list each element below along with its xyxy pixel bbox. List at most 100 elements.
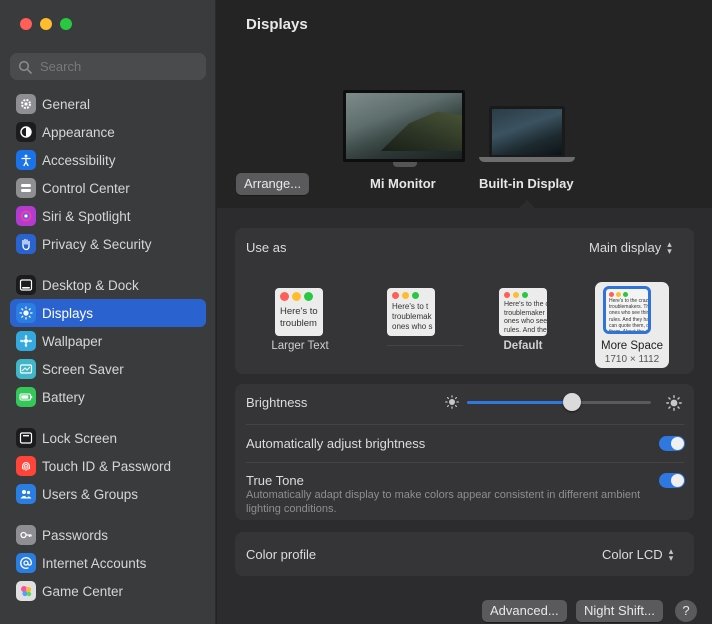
arrange-button[interactable]: Arrange... bbox=[236, 173, 310, 195]
color-profile-label: Color profile bbox=[246, 547, 317, 562]
sidebar-item-control-center[interactable]: Control Center bbox=[10, 174, 206, 202]
preview-text: Here's to the crazy one troublemakers. T… bbox=[609, 298, 651, 334]
at-icon bbox=[16, 553, 36, 573]
divider bbox=[246, 462, 684, 463]
brightness-slider-knob[interactable] bbox=[562, 393, 581, 411]
display-label-mi-monitor: Mi Monitor bbox=[370, 176, 436, 191]
resolution-label-default: Default bbox=[503, 340, 543, 352]
sidebar-item-touch-id-password[interactable]: Touch ID & Password bbox=[10, 452, 206, 480]
chevron-updown-icon: ▴ ▾ bbox=[667, 238, 672, 256]
true-tone-label: True Tone bbox=[246, 473, 304, 488]
sidebar-item-privacy-security[interactable]: Privacy & Security bbox=[10, 230, 206, 258]
preview-text: Here's to t troublemak ones who s bbox=[392, 302, 433, 331]
sidebar-item-screen-saver[interactable]: Screen Saver bbox=[10, 355, 206, 383]
resolution-option-more-space[interactable]: Here's to the crazy one troublemakers. T… bbox=[595, 282, 669, 368]
resolution-option-default[interactable]: Here's to the c troublemaker ones who se… bbox=[499, 288, 547, 336]
use-as-value: Main display bbox=[589, 240, 662, 255]
screen-saver-icon bbox=[16, 359, 36, 379]
sidebar-item-label: Privacy & Security bbox=[42, 236, 152, 252]
divider bbox=[246, 424, 684, 425]
mi-monitor-thumbnail[interactable] bbox=[343, 90, 465, 162]
sidebar-item-label: Passwords bbox=[42, 527, 109, 543]
sidebar-item-label: Screen Saver bbox=[42, 361, 124, 377]
system-settings-window: General Appearance Accessibility Control Ce… bbox=[0, 0, 712, 624]
use-as-label: Use as bbox=[246, 240, 287, 255]
sidebar-item-game-center[interactable]: Game Center bbox=[10, 577, 206, 605]
sidebar-item-displays[interactable]: Displays bbox=[10, 299, 206, 327]
sidebar-item-label: Desktop & Dock bbox=[42, 277, 139, 293]
dock-icon bbox=[16, 275, 36, 295]
fingerprint-icon bbox=[16, 456, 36, 476]
true-tone-description: Automatically adapt display to make colo… bbox=[246, 489, 641, 515]
brightness-slider[interactable] bbox=[467, 393, 651, 411]
sidebar-item-accessibility[interactable]: Accessibility bbox=[10, 146, 206, 174]
auto-brightness-toggle[interactable] bbox=[659, 436, 685, 451]
resolution-label-more-space: More Space bbox=[600, 340, 663, 352]
resolution-separator bbox=[387, 345, 463, 346]
hand-icon bbox=[16, 234, 36, 254]
accessibility-icon bbox=[16, 150, 36, 170]
sun-icon bbox=[16, 303, 36, 323]
true-tone-toggle[interactable] bbox=[659, 473, 685, 488]
minimize-window-button[interactable] bbox=[40, 18, 52, 30]
monitor-stand bbox=[393, 162, 417, 167]
sidebar-item-internet-accounts[interactable]: Internet Accounts bbox=[10, 549, 206, 577]
sidebar-item-label: Internet Accounts bbox=[42, 555, 147, 571]
users-icon bbox=[16, 484, 36, 504]
zoom-window-button[interactable] bbox=[60, 18, 72, 30]
resolution-option-2[interactable]: Here's to t troublemak ones who s bbox=[387, 288, 435, 336]
sidebar-item-wallpaper[interactable]: Wallpaper bbox=[10, 327, 206, 355]
auto-brightness-label: Automatically adjust brightness bbox=[246, 436, 426, 451]
main-content: Displays Arrange... Mi Monitor Built-in … bbox=[217, 0, 712, 624]
resolution-label-larger-text: Larger Text bbox=[271, 340, 329, 352]
selected-display-indicator bbox=[519, 200, 535, 208]
game-center-icon bbox=[16, 581, 36, 601]
appearance-icon bbox=[16, 122, 36, 142]
sidebar-item-lock-screen[interactable]: Lock Screen bbox=[10, 424, 206, 452]
page-title: Displays bbox=[246, 16, 308, 33]
sidebar-item-passwords[interactable]: Passwords bbox=[10, 521, 206, 549]
window-controls bbox=[20, 18, 72, 30]
sidebar-item-users-groups[interactable]: Users & Groups bbox=[10, 480, 206, 508]
sidebar-item-label: Displays bbox=[42, 305, 94, 321]
sidebar-item-general[interactable]: General bbox=[10, 90, 206, 118]
color-profile-popup[interactable]: Color LCD ▴ ▾ bbox=[602, 545, 674, 563]
siri-icon bbox=[16, 206, 36, 226]
sidebar-item-label: Accessibility bbox=[42, 152, 116, 168]
preview-text: Here's to troublem bbox=[280, 306, 318, 329]
color-profile-value: Color LCD bbox=[602, 547, 663, 562]
search-field[interactable] bbox=[10, 53, 206, 80]
built-in-display-thumbnail[interactable] bbox=[489, 106, 565, 158]
sidebar: General Appearance Accessibility Control Ce… bbox=[0, 0, 216, 624]
laptop-base bbox=[479, 157, 575, 162]
help-button[interactable]: ? bbox=[675, 600, 697, 622]
night-shift-button[interactable]: Night Shift... bbox=[576, 600, 663, 622]
sun-large-icon bbox=[666, 395, 682, 411]
sidebar-item-label: Control Center bbox=[42, 180, 130, 196]
brightness-label: Brightness bbox=[246, 395, 308, 410]
brightness-slider-fill bbox=[467, 401, 572, 404]
battery-icon bbox=[16, 387, 36, 407]
sidebar-item-siri-spotlight[interactable]: Siri & Spotlight bbox=[10, 202, 206, 230]
sidebar-item-label: Battery bbox=[42, 389, 85, 405]
search-input[interactable] bbox=[40, 59, 190, 74]
preview-text: Here's to the c troublemaker ones who se… bbox=[504, 301, 547, 334]
sidebar-list: General Appearance Accessibility Control Ce… bbox=[10, 90, 206, 605]
sidebar-item-label: Game Center bbox=[42, 583, 124, 599]
close-window-button[interactable] bbox=[20, 18, 32, 30]
sidebar-item-battery[interactable]: Battery bbox=[10, 383, 206, 411]
resolution-size-label: 1710 × 1112 bbox=[604, 354, 660, 365]
sidebar-item-label: Appearance bbox=[42, 124, 115, 140]
sidebar-item-label: Siri & Spotlight bbox=[42, 208, 131, 224]
sidebar-item-desktop-dock[interactable]: Desktop & Dock bbox=[10, 271, 206, 299]
use-as-popup[interactable]: Main display ▴ ▾ bbox=[589, 238, 672, 256]
advanced-button[interactable]: Advanced... bbox=[482, 600, 567, 622]
resolution-option-larger-text[interactable]: Here's to troublem bbox=[275, 288, 323, 336]
sidebar-item-label: Touch ID & Password bbox=[42, 458, 172, 474]
key-icon bbox=[16, 525, 36, 545]
sidebar-item-appearance[interactable]: Appearance bbox=[10, 118, 206, 146]
chevron-updown-icon: ▴ ▾ bbox=[668, 545, 674, 563]
